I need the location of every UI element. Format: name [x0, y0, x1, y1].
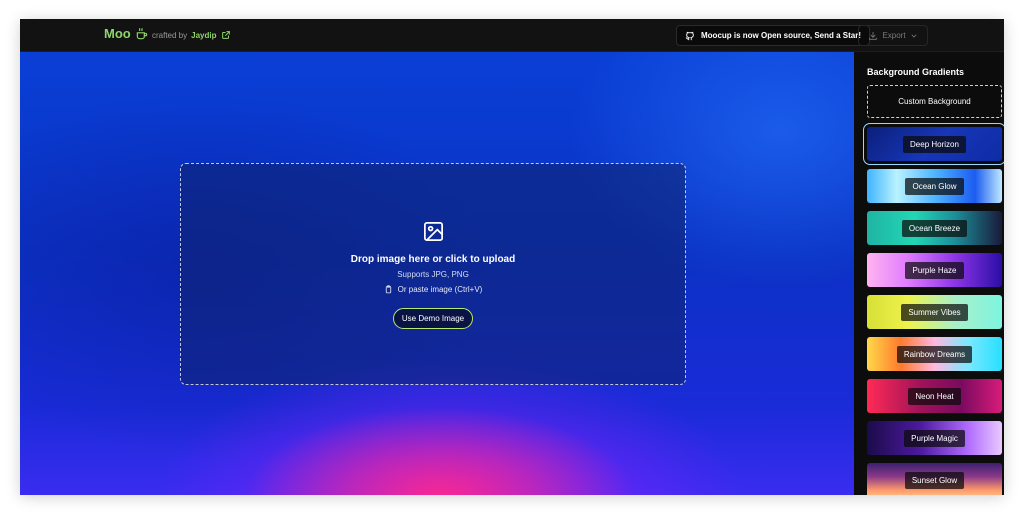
open-source-star-label: Moocup is now Open source, Send a Star! — [701, 31, 862, 40]
gradient-ocean-glow[interactable]: Ocean Glow — [867, 169, 1002, 203]
gradient-label: Ocean Breeze — [901, 219, 968, 237]
clipboard-icon — [385, 285, 391, 294]
export-label: Export — [882, 31, 906, 40]
gradient-label: Sunset Glow — [904, 471, 965, 489]
brand-name: Moo — [104, 26, 131, 41]
external-link-icon[interactable] — [221, 30, 231, 40]
export-button[interactable]: Export — [858, 25, 928, 46]
gradient-list: Deep Horizon Ocean Glow Ocean Breeze Pur… — [863, 123, 1004, 495]
gradient-label: Deep Horizon — [903, 135, 966, 153]
download-icon — [869, 31, 878, 40]
gradient-label: Purple Magic — [904, 429, 965, 447]
chevron-down-icon — [911, 34, 916, 38]
preview-canvas: Drop image here or click to upload Suppo… — [20, 52, 854, 495]
brand[interactable]: Moo — [104, 26, 149, 41]
upload-dropzone[interactable]: Drop image here or click to upload Suppo… — [180, 163, 686, 385]
github-icon — [685, 31, 694, 40]
dropzone-title: Drop image here or click to upload — [350, 254, 516, 265]
sidebar: Background Gradients Custom Background D… — [854, 52, 1004, 495]
gradient-summer-vibes[interactable]: Summer Vibes — [867, 295, 1002, 329]
gradient-label: Rainbow Dreams — [896, 345, 973, 363]
author-link[interactable]: Jaydip — [191, 31, 216, 40]
gradient-sunset-glow[interactable]: Sunset Glow — [867, 463, 1002, 495]
coffee-cup-icon — [136, 27, 147, 39]
header: Moo crafted by Jaydip Moocup is now Open… — [20, 19, 1004, 52]
gradient-purple-magic[interactable]: Purple Magic — [867, 421, 1002, 455]
crafted-by: crafted by Jaydip — [152, 30, 231, 40]
gradient-label: Purple Haze — [905, 261, 964, 279]
app-window: Moo crafted by Jaydip Moocup is now Open… — [20, 19, 1004, 495]
image-icon — [424, 222, 443, 241]
sidebar-title: Background Gradients — [867, 67, 965, 77]
gradient-deep-horizon[interactable]: Deep Horizon — [863, 123, 1004, 165]
open-source-star-button[interactable]: Moocup is now Open source, Send a Star! — [676, 25, 871, 46]
gradient-label: Neon Heat — [908, 387, 961, 405]
gradient-ocean-breeze[interactable]: Ocean Breeze — [867, 211, 1002, 245]
use-demo-image-button[interactable]: Use Demo Image — [393, 308, 473, 329]
dropzone-subtitle: Supports JPG, PNG — [397, 270, 469, 279]
gradient-label: Summer Vibes — [901, 303, 968, 321]
gradient-rainbow-dreams[interactable]: Rainbow Dreams — [867, 337, 1002, 371]
gradient-neon-heat[interactable]: Neon Heat — [867, 379, 1002, 413]
crafted-by-label: crafted by — [152, 30, 188, 40]
gradient-purple-haze[interactable]: Purple Haze — [867, 253, 1002, 287]
gradient-label: Ocean Glow — [905, 177, 964, 195]
custom-background-button[interactable]: Custom Background — [867, 85, 1002, 118]
paste-hint-label: Or paste image (Ctrl+V) — [397, 285, 483, 294]
paste-hint: Or paste image (Ctrl+V) — [181, 285, 685, 294]
